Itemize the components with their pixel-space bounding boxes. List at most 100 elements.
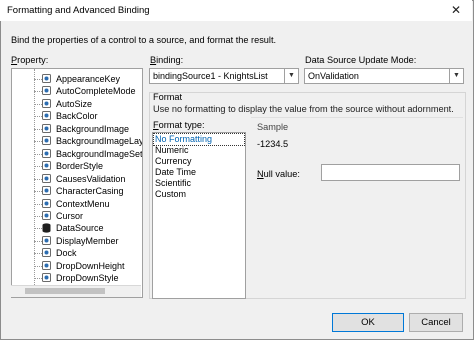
property-item-label: BackgroundImage bbox=[56, 123, 130, 134]
format-type-option[interactable]: Scientific bbox=[154, 178, 244, 189]
binding-label: Binding: bbox=[150, 55, 184, 65]
property-icon bbox=[42, 86, 51, 96]
property-item[interactable]: DropDownStyle bbox=[12, 272, 142, 285]
database-icon bbox=[42, 223, 51, 233]
property-item[interactable]: AppearanceKey bbox=[12, 73, 142, 86]
tree-branch-line bbox=[34, 166, 42, 168]
property-item[interactable]: Dock bbox=[12, 247, 142, 260]
format-group-label: Format bbox=[153, 92, 183, 102]
format-type-option[interactable]: Date Time bbox=[154, 167, 244, 178]
property-icon bbox=[42, 148, 51, 158]
property-icon bbox=[42, 235, 51, 245]
chevron-down-icon[interactable]: ▼ bbox=[284, 69, 298, 83]
tree-branch-line bbox=[34, 228, 42, 230]
property-item-label: DataSource bbox=[56, 223, 104, 234]
property-item-label: DropDownHeight bbox=[56, 260, 125, 271]
tree-branch-line bbox=[34, 103, 42, 105]
property-icon bbox=[42, 74, 51, 83]
property-item-label: BorderStyle bbox=[56, 161, 104, 172]
ok-button[interactable]: OK bbox=[332, 313, 404, 332]
update-mode-combo[interactable]: OnValidation ▼ bbox=[304, 68, 464, 84]
property-item-label: Dock bbox=[56, 248, 77, 259]
property-icon bbox=[42, 98, 51, 108]
format-type-option[interactable]: Currency bbox=[154, 156, 244, 167]
dialog-description: Bind the properties of a control to a so… bbox=[11, 35, 277, 45]
property-item[interactable]: DataSource bbox=[12, 222, 142, 235]
tree-branch-line bbox=[34, 253, 42, 255]
binding-label-rest: inding: bbox=[156, 55, 184, 65]
property-item[interactable]: DropDownHeight bbox=[12, 260, 142, 273]
property-icon bbox=[42, 173, 51, 183]
tree-branch-line bbox=[34, 203, 42, 205]
property-icon bbox=[42, 273, 51, 283]
property-icon bbox=[42, 136, 51, 146]
property-icon bbox=[42, 111, 51, 121]
property-tree-hscrollbar[interactable] bbox=[11, 285, 141, 297]
null-value-input[interactable] bbox=[321, 164, 460, 181]
property-item[interactable]: BackgroundImage bbox=[12, 123, 142, 136]
property-item[interactable]: BackgroundImageSettings bbox=[12, 148, 142, 161]
tree-branch-line bbox=[34, 265, 42, 267]
property-item[interactable]: BackColor bbox=[12, 110, 142, 123]
format-type-option[interactable]: Custom bbox=[154, 189, 244, 200]
format-type-list[interactable]: No Formatting Numeric Currency Date Time Sci… bbox=[152, 132, 246, 299]
tree-branch-line bbox=[34, 91, 42, 93]
property-item-label: CharacterCasing bbox=[56, 186, 124, 197]
tree-branch-line bbox=[34, 128, 42, 130]
property-item-label: ContextMenu bbox=[56, 198, 110, 209]
format-type-label-rest: ormat type: bbox=[158, 120, 205, 130]
property-icon bbox=[42, 198, 51, 208]
tree-branch-line bbox=[34, 141, 42, 143]
tree-branch-line bbox=[34, 116, 42, 118]
property-item[interactable]: CausesValidation bbox=[12, 173, 142, 186]
property-item-label: BackColor bbox=[56, 111, 98, 122]
hscrollbar-thumb[interactable] bbox=[25, 288, 105, 294]
property-item-label: BackgroundImageLayout bbox=[56, 136, 143, 147]
property-item-label: AppearanceKey bbox=[56, 74, 121, 84]
tree-branch-line bbox=[34, 278, 42, 280]
sample-value: -1234.5 bbox=[257, 139, 289, 149]
binding-value: bindingSource1 - KnightsList bbox=[153, 71, 268, 81]
format-type-option[interactable]: No Formatting bbox=[153, 133, 245, 146]
property-item-label: CausesValidation bbox=[56, 173, 126, 184]
property-icon bbox=[42, 123, 51, 133]
tree-branch-line bbox=[34, 79, 42, 80]
close-button[interactable]: ✕ bbox=[442, 1, 470, 20]
property-item-label: Cursor bbox=[56, 210, 84, 221]
property-item-label: DropDownStyle bbox=[56, 273, 119, 284]
property-item-label: BackgroundImageSettings bbox=[56, 148, 143, 159]
property-item[interactable]: CharacterCasing bbox=[12, 185, 142, 198]
null-value-label: Null value: bbox=[257, 169, 300, 179]
property-item[interactable]: BackgroundImageLayout bbox=[12, 135, 142, 148]
property-icon bbox=[42, 186, 51, 196]
property-item[interactable]: ContextMenu bbox=[12, 198, 142, 211]
tree-branch-line bbox=[34, 215, 42, 217]
property-item-label: DisplayMember bbox=[56, 235, 119, 246]
cancel-button[interactable]: Cancel bbox=[409, 313, 463, 332]
property-item[interactable]: AutoCompleteMode bbox=[12, 85, 142, 98]
property-tree[interactable]: AppearanceKey AutoCompleteMode AutoSize Bac… bbox=[11, 68, 143, 298]
property-item-label: AutoSize bbox=[56, 98, 93, 109]
window-title: Formatting and Advanced Binding bbox=[7, 5, 150, 16]
update-mode-value: OnValidation bbox=[308, 71, 359, 81]
property-icon bbox=[42, 248, 51, 258]
property-label-rest: roperty: bbox=[17, 55, 49, 65]
tree-branch-line bbox=[34, 178, 42, 180]
tree-branch-line bbox=[34, 153, 42, 155]
update-mode-label: Data Source Update Mode: bbox=[305, 55, 417, 65]
binding-combo[interactable]: bindingSource1 - KnightsList ▼ bbox=[149, 68, 299, 84]
chevron-down-icon[interactable]: ▼ bbox=[449, 69, 463, 83]
property-icon bbox=[42, 260, 51, 270]
tree-branch-line bbox=[34, 240, 42, 242]
null-value-label-rest: ull value: bbox=[263, 169, 300, 179]
property-icon bbox=[42, 210, 51, 220]
property-item[interactable]: BorderStyle bbox=[12, 160, 142, 173]
tree-branch-line bbox=[34, 191, 42, 193]
property-item-label: AutoCompleteMode bbox=[56, 86, 136, 97]
format-type-option[interactable]: Numeric bbox=[154, 145, 244, 156]
property-item[interactable]: Cursor bbox=[12, 210, 142, 223]
property-icon bbox=[42, 161, 51, 171]
sample-label: Sample bbox=[257, 122, 289, 132]
property-item[interactable]: DisplayMember bbox=[12, 235, 142, 248]
property-item[interactable]: AutoSize bbox=[12, 98, 142, 111]
